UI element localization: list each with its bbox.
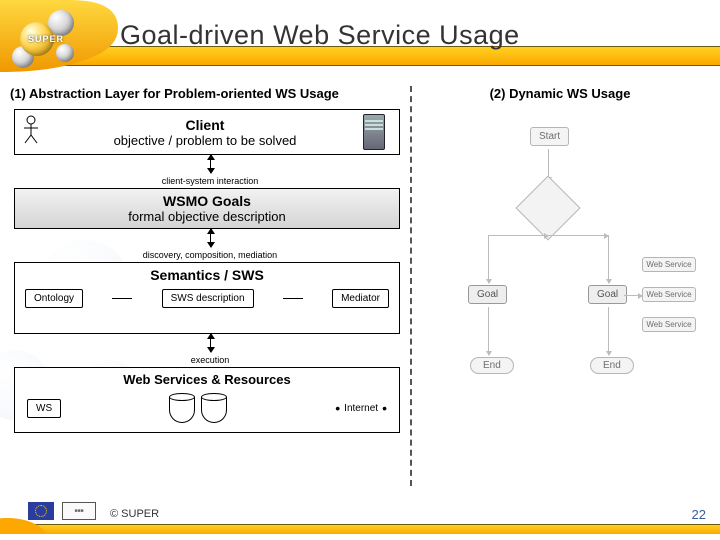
end-label: End	[590, 357, 634, 374]
connector-gray	[488, 235, 548, 236]
goal-node-left: Goal	[468, 285, 507, 304]
goals-title: WSMO Goals	[21, 193, 393, 209]
sws-title: Semantics / SWS	[21, 267, 393, 283]
ontology-chip: Ontology	[25, 289, 83, 308]
super-logo: SUPER	[6, 4, 94, 74]
partner-logo: ■■■	[62, 502, 96, 520]
logo-text: SUPER	[28, 34, 64, 44]
right-column: (2) Dynamic WS Usage Start Goal Goal	[410, 86, 710, 496]
internet-label: Internet	[344, 403, 378, 414]
start-node: Start	[530, 127, 569, 146]
arrow-gray-icon	[488, 235, 489, 283]
client-panel: Client objective / problem to be solved	[14, 109, 400, 155]
left-column: (1) Abstraction Layer for Problem-orient…	[10, 86, 410, 496]
copyright-text: © SUPER	[110, 508, 159, 520]
footer-accent-bar	[0, 524, 720, 534]
page-number: 22	[692, 507, 706, 522]
arrow-down-icon	[210, 334, 211, 352]
decision-node	[525, 185, 571, 231]
end-node-left: End	[470, 357, 514, 374]
connector-line	[283, 298, 303, 299]
bullet-icon: •	[335, 400, 340, 416]
client-title: Client	[51, 117, 359, 133]
bullet-icon: •	[382, 400, 387, 416]
database-icons	[169, 393, 227, 423]
eu-flag-icon	[28, 502, 54, 520]
mediator-chip: Mediator	[332, 289, 389, 308]
web-service-label: Web Service	[642, 257, 696, 272]
server-icon	[359, 110, 393, 154]
arrow2-label: discovery, composition, mediation	[10, 250, 410, 260]
arrow-down-icon	[210, 155, 211, 173]
arrow-gray-icon	[608, 235, 609, 283]
end-label: End	[470, 357, 514, 374]
goal-label: Goal	[588, 285, 627, 304]
goals-subtitle: formal objective description	[21, 209, 393, 224]
goal-node-right: Goal	[588, 285, 627, 304]
right-section-title: (2) Dynamic WS Usage	[410, 86, 710, 101]
cylinder-icon	[169, 393, 195, 423]
connector-gray	[548, 235, 608, 236]
arrow-gray-icon	[608, 307, 609, 355]
cylinder-icon	[201, 393, 227, 423]
arrow-gray-icon	[488, 307, 489, 355]
end-node-right: End	[590, 357, 634, 374]
slide-header: SUPER Goal-driven Web Service Usage	[0, 0, 720, 72]
goal-label: Goal	[468, 285, 507, 304]
web-service-label: Web Service	[642, 287, 696, 302]
arrow-gray-icon	[624, 295, 642, 296]
start-label: Start	[530, 127, 569, 146]
actor-icon	[21, 115, 51, 150]
web-service-label: Web Service	[642, 317, 696, 332]
slide-footer: ■■■ © SUPER 22	[0, 504, 720, 534]
sws-description-chip: SWS description	[162, 289, 254, 308]
web-services-resources-panel: Web Services & Resources WS • Internet •	[14, 367, 400, 433]
semantics-sws-panel: Semantics / SWS Ontology SWS description…	[14, 262, 400, 334]
arrow-down-icon	[210, 229, 211, 247]
arrow1-label: client-system interaction	[10, 176, 410, 186]
left-section-title: (1) Abstraction Layer for Problem-orient…	[10, 86, 410, 101]
arrow3-label: execution	[10, 355, 410, 365]
client-subtitle: objective / problem to be solved	[51, 133, 359, 148]
slide-title: Goal-driven Web Service Usage	[120, 20, 520, 51]
flowchart: Start Goal Goal Web Service Web Ser	[410, 117, 710, 447]
ws-chip: WS	[27, 399, 61, 418]
slide-content: (1) Abstraction Layer for Problem-orient…	[10, 86, 710, 496]
connector-line	[112, 298, 132, 299]
wsr-title: Web Services & Resources	[21, 372, 393, 387]
wsmo-goals-panel: WSMO Goals formal objective description	[14, 188, 400, 229]
